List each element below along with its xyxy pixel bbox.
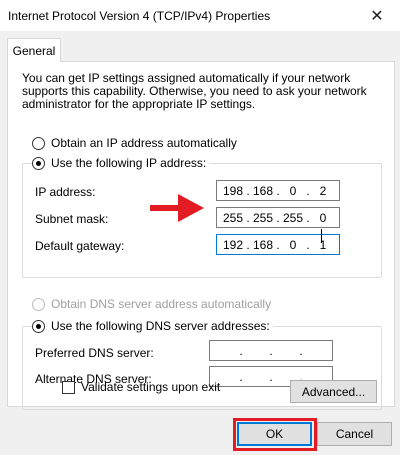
validate-settings-checkbox[interactable] (62, 380, 75, 394)
use-following-dns-label: Use the following DNS server addresses: (51, 319, 270, 333)
ok-highlight-annotation (233, 418, 317, 451)
gateway-octet: 1 (319, 237, 327, 252)
obtain-dns-auto-option[interactable]: Obtain DNS server address automatically (32, 297, 271, 311)
obtain-ip-auto-option[interactable]: Obtain an IP address automatically (32, 136, 237, 150)
close-icon: ✕ (370, 7, 384, 25)
ip-address-input[interactable]: 198. 168. 0. 2 (216, 180, 340, 201)
ip-octet: 2 (319, 183, 327, 198)
subnet-octet: 255 (282, 210, 304, 225)
subnet-mask-label: Subnet mask: (35, 212, 109, 226)
description-text: You can get IP settings assigned automat… (22, 71, 367, 111)
ip-octet: 198 (222, 183, 244, 198)
obtain-ip-auto-radio[interactable] (32, 136, 45, 150)
subnet-mask-input[interactable]: 255. 255. 255. 0 (216, 207, 340, 228)
text-cursor (321, 229, 322, 243)
cancel-button[interactable]: Cancel (317, 422, 392, 446)
tab-general[interactable]: General (7, 38, 61, 62)
general-panel: You can get IP settings assigned automat… (7, 61, 395, 410)
subnet-octet: 255 (222, 210, 244, 225)
window-title: Internet Protocol Version 4 (TCP/IPv4) P… (8, 9, 271, 23)
ip-octet: 168 (252, 183, 274, 198)
gateway-octet: 0 (289, 237, 297, 252)
use-following-dns-radio[interactable] (32, 319, 45, 333)
advanced-button-label: Advanced... (301, 384, 366, 399)
gateway-octet: 168 (252, 237, 274, 252)
dialog-body: General uantrimang You can get IP settin… (0, 31, 400, 455)
default-gateway-label: Default gateway: (35, 239, 125, 253)
tab-label: General (12, 43, 56, 58)
validate-settings-label: Validate settings upon exit (81, 380, 221, 394)
preferred-dns-input[interactable]: . . . (209, 340, 333, 361)
obtain-dns-auto-label: Obtain DNS server address automatically (51, 297, 272, 311)
ip-address-label: IP address: (35, 185, 96, 199)
advanced-button[interactable]: Advanced... (290, 380, 377, 403)
subnet-octet: 0 (319, 210, 327, 225)
red-arrow-annotation (150, 194, 204, 222)
use-following-ip-option[interactable]: Use the following IP address: (32, 156, 210, 170)
ip-octet: 0 (289, 183, 297, 198)
use-following-ip-label: Use the following IP address: (51, 156, 207, 170)
obtain-ip-auto-label: Obtain an IP address automatically (51, 136, 237, 150)
use-following-dns-option[interactable]: Use the following DNS server addresses: (32, 319, 273, 333)
use-following-ip-radio[interactable] (32, 156, 45, 170)
close-button[interactable]: ✕ (354, 0, 400, 31)
gateway-octet: 192 (222, 237, 244, 252)
validate-settings-option[interactable]: Validate settings upon exit (62, 380, 220, 394)
preferred-dns-label: Preferred DNS server: (35, 346, 154, 360)
subnet-octet: 255 (252, 210, 274, 225)
title-bar: Internet Protocol Version 4 (TCP/IPv4) P… (0, 0, 400, 31)
obtain-dns-auto-radio[interactable] (32, 297, 45, 311)
cancel-button-label: Cancel (335, 427, 374, 441)
